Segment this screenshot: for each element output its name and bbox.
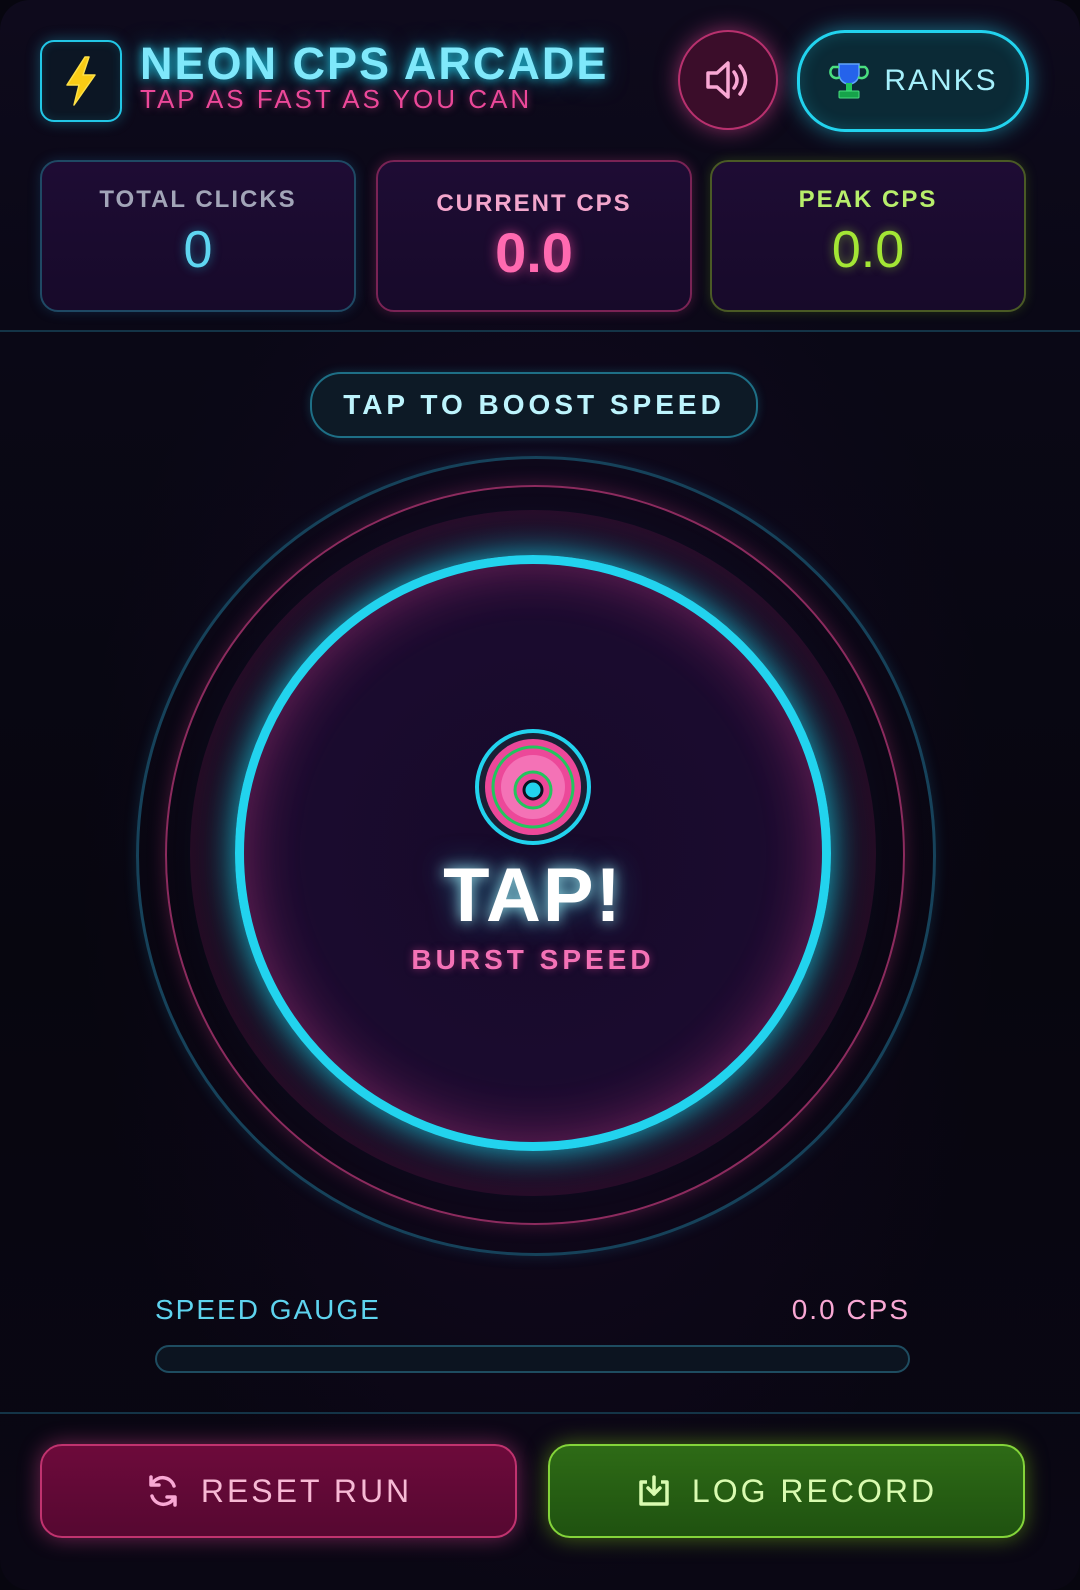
burst-speed-label: BURST SPEED (411, 944, 655, 975)
speed-gauge-value: 0.0 CPS (791, 1294, 910, 1325)
lightning-bolt-icon (66, 56, 96, 106)
current-cps-label: CURRENT CPS (436, 190, 632, 217)
target-icon (475, 729, 591, 845)
logo (40, 40, 122, 122)
sound-toggle-button[interactable] (678, 30, 778, 130)
speaker-icon (706, 61, 748, 99)
total-clicks-label: TOTAL CLICKS (99, 186, 297, 213)
peak-cps-card: PEAK CPS 0.0 (710, 160, 1026, 312)
footer-divider (0, 1412, 1080, 1414)
peak-cps-label: PEAK CPS (798, 186, 938, 213)
log-record-button[interactable]: LOG RECORD (548, 1444, 1025, 1538)
total-clicks-value: 0 (183, 221, 213, 279)
peak-cps-value: 0.0 (831, 221, 905, 279)
refresh-icon (149, 1475, 177, 1507)
total-clicks-card: TOTAL CLICKS 0 (40, 160, 356, 312)
header-divider (0, 330, 1080, 332)
download-icon (639, 1475, 669, 1506)
boost-hint-badge: TAP TO BOOST SPEED (310, 372, 758, 438)
app-subtitle: TAP AS FAST AS YOU CAN (140, 84, 533, 114)
current-cps-value: 0.0 (495, 221, 573, 284)
tap-label: TAP! (443, 853, 623, 938)
ranks-button[interactable]: RANKS (797, 30, 1029, 132)
app-screen: NEON CPS ARCADE TAP AS FAST AS YOU CAN R… (0, 0, 1080, 1590)
speed-gauge-track (155, 1345, 910, 1373)
app-title: NEON CPS ARCADE (140, 38, 609, 89)
log-record-label: LOG RECORD (691, 1472, 938, 1509)
ranks-label: RANKS (884, 64, 998, 97)
header: NEON CPS ARCADE TAP AS FAST AS YOU CAN R… (0, 0, 1080, 330)
speed-gauge-label: SPEED GAUGE (155, 1294, 381, 1325)
current-cps-card: CURRENT CPS 0.0 (376, 160, 692, 312)
reset-run-label: RESET RUN (200, 1472, 413, 1509)
trophy-icon (829, 63, 870, 99)
reset-run-button[interactable]: RESET RUN (40, 1444, 517, 1538)
